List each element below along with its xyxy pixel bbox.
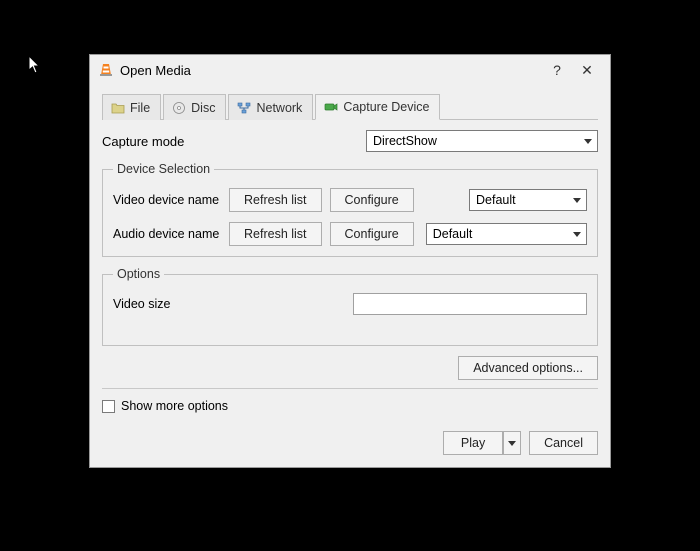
play-dropdown-button[interactable] [503, 431, 521, 455]
tab-network[interactable]: Network [228, 94, 313, 120]
video-configure-button[interactable]: Configure [330, 188, 414, 212]
tab-file-label: File [130, 101, 150, 115]
audio-device-label: Audio device name [113, 227, 221, 241]
device-selection-legend: Device Selection [113, 162, 214, 176]
capture-mode-row: Capture mode DirectShow [102, 130, 598, 152]
video-device-value: Default [476, 193, 516, 207]
play-split-button: Play [443, 431, 521, 455]
audio-device-select[interactable]: Default [426, 223, 587, 245]
dialog-content: File Disc Network Capture Device [90, 85, 610, 467]
tab-capture-label: Capture Device [343, 100, 429, 114]
vlc-icon [98, 62, 114, 78]
divider [102, 388, 598, 389]
cancel-button[interactable]: Cancel [529, 431, 598, 455]
audio-configure-button[interactable]: Configure [330, 222, 414, 246]
show-more-checkbox[interactable] [102, 400, 115, 413]
video-size-row: Video size [113, 293, 587, 315]
tab-capture-device[interactable]: Capture Device [315, 94, 440, 120]
tab-disc-label: Disc [191, 101, 215, 115]
capture-mode-select[interactable]: DirectShow [366, 130, 598, 152]
capture-mode-label: Capture mode [102, 134, 366, 149]
options-legend: Options [113, 267, 164, 281]
window-title: Open Media [120, 63, 542, 78]
device-selection-group: Device Selection Video device name Refre… [102, 162, 598, 257]
video-device-label: Video device name [113, 193, 221, 207]
show-more-label: Show more options [121, 399, 228, 413]
play-button[interactable]: Play [443, 431, 503, 455]
audio-device-row: Audio device name Refresh list Configure… [113, 222, 587, 246]
tab-bar: File Disc Network Capture Device [102, 93, 598, 120]
tab-disc[interactable]: Disc [163, 94, 226, 120]
audio-refresh-button[interactable]: Refresh list [229, 222, 322, 246]
capture-icon [324, 100, 338, 114]
help-button[interactable]: ? [542, 59, 572, 81]
mouse-cursor [28, 55, 42, 75]
open-media-dialog: Open Media ? ✕ File Disc Network [89, 54, 611, 468]
tab-network-label: Network [256, 101, 302, 115]
video-device-select[interactable]: Default [469, 189, 587, 211]
network-icon [237, 101, 251, 115]
disc-icon [172, 101, 186, 115]
video-size-label: Video size [113, 297, 343, 311]
capture-mode-value: DirectShow [373, 134, 437, 148]
advanced-options-button[interactable]: Advanced options... [458, 356, 598, 380]
video-refresh-button[interactable]: Refresh list [229, 188, 322, 212]
show-more-options-row[interactable]: Show more options [102, 399, 598, 413]
close-button[interactable]: ✕ [572, 59, 602, 81]
folder-icon [111, 101, 125, 115]
audio-device-value: Default [433, 227, 473, 241]
video-device-row: Video device name Refresh list Configure… [113, 188, 587, 212]
options-group: Options Video size [102, 267, 598, 346]
titlebar[interactable]: Open Media ? ✕ [90, 55, 610, 85]
video-size-input[interactable] [353, 293, 587, 315]
tab-file[interactable]: File [102, 94, 161, 120]
